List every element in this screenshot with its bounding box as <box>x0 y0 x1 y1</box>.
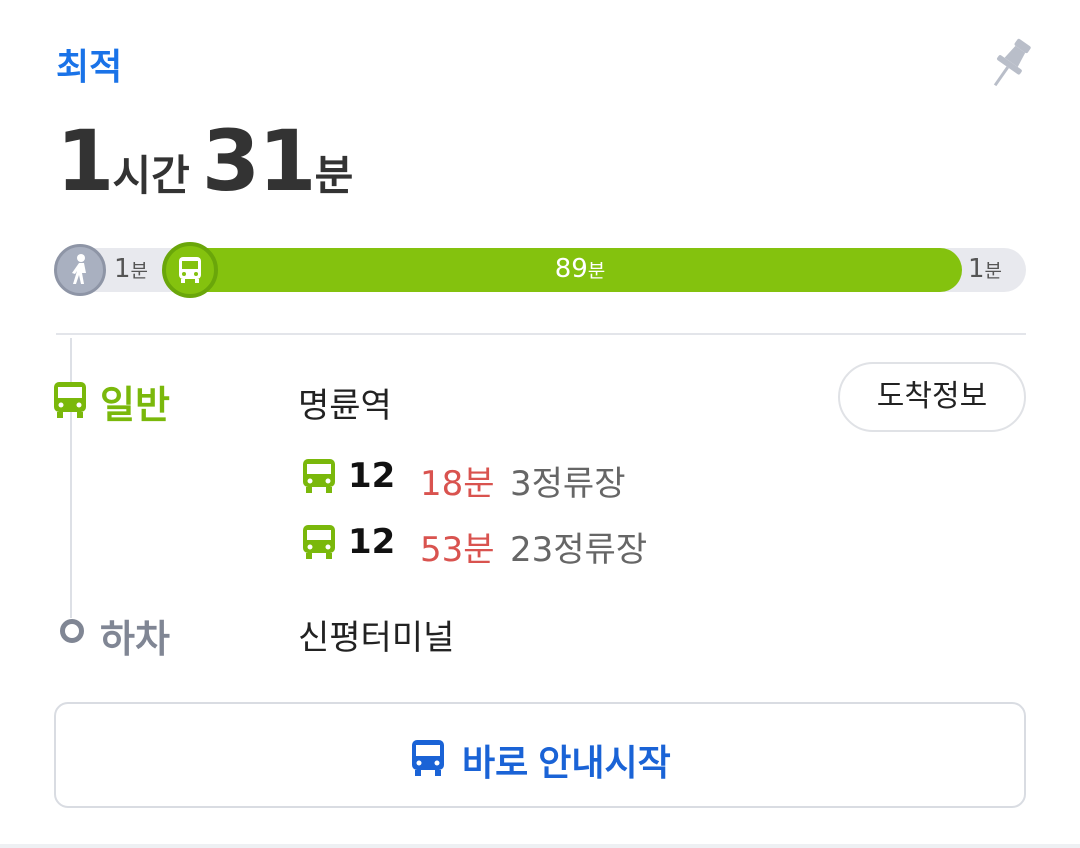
board-station[interactable]: 명륜역 <box>298 378 392 427</box>
walk-start-time: 1분 <box>114 254 149 284</box>
board-type: 일반 <box>100 383 170 427</box>
bus-number: 12 <box>348 456 396 496</box>
bus-stops-away: 3정류장 <box>510 464 626 504</box>
bus-ride-time: 89분 <box>554 254 606 284</box>
pin-icon[interactable] <box>984 36 1036 92</box>
bus-icon <box>303 525 335 559</box>
walk-end-time: 1분 <box>968 254 1003 284</box>
route-summary-card: 최적 1시간 31분 1분 89분 1분 일반 명륜역 도착정보 12 18분 … <box>0 0 1080 848</box>
alight-station[interactable]: 신평터미널 <box>298 610 454 659</box>
route-tag: 최적 <box>56 47 123 88</box>
bus-icon <box>54 382 86 418</box>
bus-number: 12 <box>348 522 396 562</box>
divider <box>56 333 1026 335</box>
duration-hours-unit: 시간 <box>112 151 190 200</box>
bus-eta: 53분 <box>420 530 495 570</box>
alight-type: 하차 <box>100 617 170 661</box>
arrival-info-button[interactable]: 도착정보 <box>838 362 1026 432</box>
duration-minutes-unit: 분 <box>314 151 354 200</box>
start-navigation-label: 바로 안내시작 <box>462 742 671 783</box>
bottom-divider <box>0 844 1080 848</box>
bus-stops-away: 23정류장 <box>510 530 648 570</box>
alight-dot-icon <box>60 619 84 643</box>
duration-minutes: 31 <box>201 112 317 210</box>
total-duration: 1시간 31분 <box>56 112 365 210</box>
duration-hours: 1 <box>56 112 114 210</box>
bus-icon <box>162 242 218 298</box>
walk-icon <box>54 244 106 296</box>
start-navigation-button[interactable]: 바로 안내시작 <box>54 702 1026 808</box>
bus-icon <box>412 740 444 776</box>
bus-icon <box>303 459 335 493</box>
bus-eta: 18분 <box>420 464 495 504</box>
